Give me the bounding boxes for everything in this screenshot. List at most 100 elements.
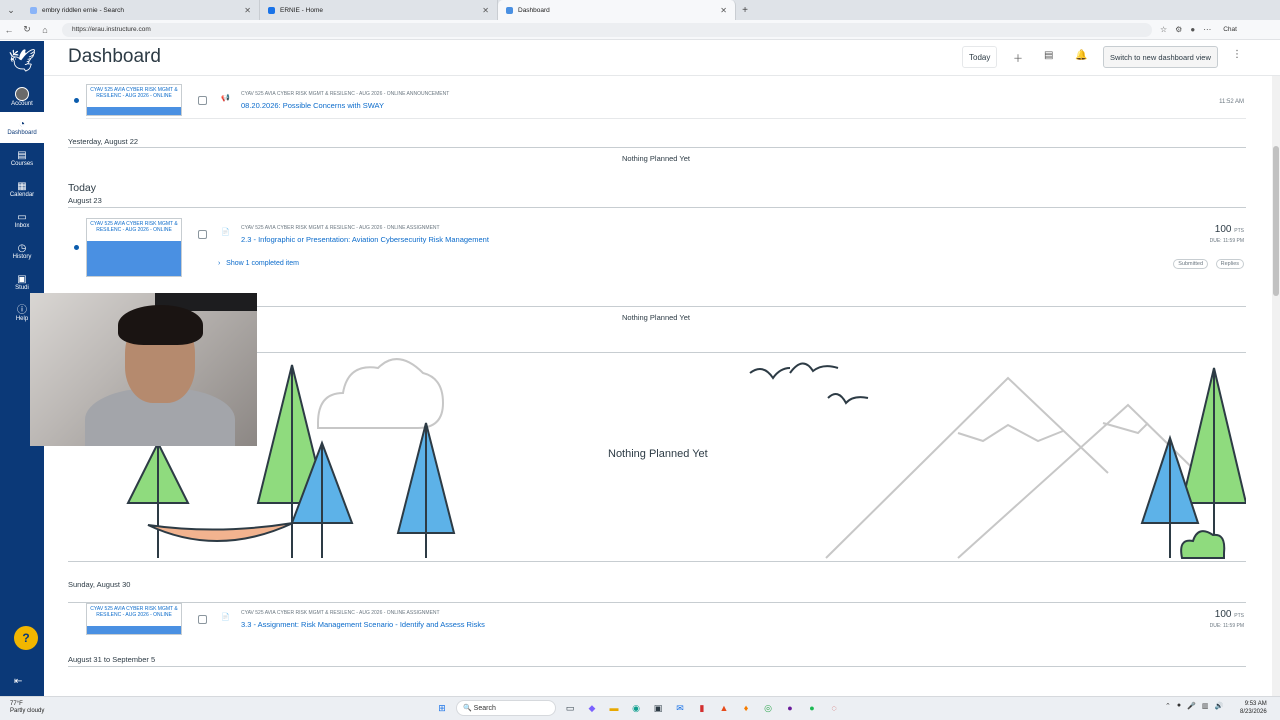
weather-text: Partly cloudy (10, 708, 45, 714)
nothing-planned-text: Nothing Planned Yet (608, 448, 708, 460)
complete-checkbox[interactable] (198, 615, 207, 624)
app-icon[interactable]: ♦ (738, 700, 754, 716)
app-tray-icon[interactable]: ● (1177, 702, 1181, 710)
clock[interactable]: 9:53 AM 8/23/2026 (1240, 700, 1267, 716)
replies-badge[interactable]: Replies (1215, 259, 1244, 269)
favorite-icon[interactable]: ☆ (1160, 25, 1167, 34)
bush-icon (1180, 530, 1226, 559)
canvas-icon (506, 6, 513, 14)
show-completed-link[interactable]: › Show 1 completed item (218, 260, 299, 267)
browser-tab-ernie[interactable]: ERNIE - Home ✕ (260, 0, 498, 20)
weather-widget[interactable]: 77°F Partly cloudy (10, 701, 44, 715)
cloud-icon (317, 358, 445, 429)
nav-dashboard[interactable]: ◔ Dashboard (0, 112, 44, 143)
notification-bell-icon[interactable]: 🔔 (1075, 50, 1087, 61)
chrome-icon[interactable]: ◎ (760, 700, 776, 716)
points-value: 100 PTS (1214, 224, 1244, 235)
back-icon[interactable]: ← (0, 25, 18, 35)
profile-icon[interactable]: ● (1190, 25, 1195, 34)
course-card[interactable]: CYAV 525 AVIA CYBER RISK MGMT & RESILENC… (86, 218, 182, 277)
switch-dashboard-button[interactable]: Switch to new dashboard view (1103, 46, 1218, 68)
scrollbar-thumb[interactable] (1273, 146, 1279, 296)
item-title-link[interactable]: 3.3 - Assignment: Risk Management Scenar… (241, 620, 485, 629)
course-card[interactable]: CYAV 525 AVIA CYBER RISK MGMT & RESILENC… (86, 603, 182, 635)
close-icon[interactable]: ✕ (720, 6, 727, 15)
item-title-link[interactable]: 08.20.2026: Possible Concerns with SWAY (241, 101, 384, 110)
browser-tab-search[interactable]: embry riddlen ernie - Search ✕ (22, 0, 260, 20)
page-icon (268, 6, 275, 14)
studio-icon: ▣ (17, 274, 27, 285)
browser-tab-dashboard[interactable]: Dashboard ✕ (498, 0, 736, 20)
help-bubble-icon[interactable]: ? (14, 626, 38, 650)
grades-icon[interactable]: ▤ (1044, 50, 1053, 61)
app-icon[interactable]: ▮ (694, 700, 710, 716)
points-value: 100 PTS (1214, 609, 1244, 620)
app-icon[interactable]: ● (782, 700, 798, 716)
close-icon[interactable]: ✕ (244, 6, 251, 15)
volume-icon[interactable]: 🔊 (1214, 702, 1223, 710)
home-icon[interactable]: ⌂ (36, 25, 54, 35)
reload-icon[interactable]: ↻ (18, 24, 36, 35)
network-icon[interactable]: ▥ (1202, 702, 1209, 710)
close-icon[interactable]: ✕ (482, 6, 489, 15)
item-course-label: CYAV 525 AVIA CYBER RISK MGMT & RESILENC… (241, 610, 440, 616)
url-field[interactable]: https://erau.instructure.com (62, 22, 1152, 37)
webcam-overlay (30, 293, 257, 446)
nav-courses[interactable]: ▤ Courses (0, 143, 44, 174)
store-icon[interactable]: ▣ (650, 700, 666, 716)
course-card-name: CYAV 525 AVIA CYBER RISK MGMT & RESILENC… (90, 606, 178, 618)
submitted-badge[interactable]: Submitted (1173, 259, 1208, 269)
chat-button[interactable]: Chat (1223, 26, 1237, 33)
complete-checkbox[interactable] (198, 230, 207, 239)
nav-inbox[interactable]: ▭ Inbox (0, 205, 44, 236)
bing-icon (30, 6, 37, 14)
nav-calendar[interactable]: ▦ Calendar (0, 174, 44, 205)
copilot-icon[interactable]: ◆ (584, 700, 600, 716)
start-icon[interactable]: ⊞ (434, 700, 450, 716)
tab-label: Dashboard (518, 6, 550, 14)
collapse-nav-icon[interactable]: ⇤ (14, 676, 22, 687)
app-icon[interactable]: ▲ (716, 700, 732, 716)
taskbar-search[interactable]: 🔍 Search (456, 700, 556, 716)
new-activity-dot (74, 245, 79, 250)
nav-account[interactable]: Account (0, 81, 44, 112)
windows-taskbar: 77°F Partly cloudy ⊞ 🔍 Search ▭ ◆ ▬ ◉ ▣ … (0, 696, 1280, 720)
tab-label: embry riddlen ernie - Search (42, 6, 125, 14)
more-icon[interactable]: ⋯ (1203, 25, 1211, 34)
tree-icon (1180, 367, 1246, 558)
edge-icon[interactable]: ◉ (628, 700, 644, 716)
divider (68, 561, 1246, 562)
system-tray: ⌃ ● 🎤 ▥ 🔊 (1165, 702, 1223, 710)
nothing-planned-text: Nothing Planned Yet (622, 154, 690, 163)
extensions-icon[interactable]: ⚙ (1175, 25, 1182, 34)
outlook-icon[interactable]: ✉ (672, 700, 688, 716)
due-time: DUE: 11:59 PM (1209, 238, 1244, 244)
complete-checkbox[interactable] (198, 96, 207, 105)
browser-tab-bar: ⌄ embry riddlen ernie - Search ✕ ERNIE -… (0, 0, 1280, 20)
assignment-icon: 📄 (221, 614, 230, 621)
inbox-icon: ▭ (17, 212, 27, 223)
divider (68, 147, 1246, 148)
app-icon[interactable]: ◌ (826, 700, 842, 716)
eagle-logo-icon[interactable]: 🕊 (0, 41, 44, 81)
today-button[interactable]: Today (962, 46, 998, 68)
spotify-icon[interactable]: ● (804, 700, 820, 716)
today-heading: Today (68, 182, 97, 194)
task-view-icon[interactable]: ▭ (562, 700, 578, 716)
tab-list-icon[interactable]: ⌄ (0, 0, 22, 20)
add-todo-icon[interactable]: ＋ (1013, 50, 1023, 65)
mic-icon[interactable]: 🎤 (1187, 702, 1196, 710)
item-title-link[interactable]: 2.3 - Infographic or Presentation: Aviat… (241, 235, 489, 244)
course-card[interactable]: CYAV 525 AVIA CYBER RISK MGMT & RESILENC… (86, 84, 182, 116)
dashboard-header: Dashboard Today ＋ ▤ 🔔 Switch to new dash… (44, 41, 1280, 76)
file-explorer-icon[interactable]: ▬ (606, 700, 622, 716)
options-menu-icon[interactable]: ⋮ (1232, 49, 1242, 60)
page-title: Dashboard (68, 46, 161, 67)
nav-label: Courses (10, 161, 34, 167)
nav-label: History (12, 254, 32, 260)
scrollbar[interactable] (1272, 76, 1280, 696)
chevron-up-icon[interactable]: ⌃ (1165, 702, 1171, 710)
nav-history[interactable]: ◷ History (0, 236, 44, 267)
new-tab-button[interactable]: + (736, 5, 754, 16)
dashboard-icon: ◔ (18, 119, 26, 130)
